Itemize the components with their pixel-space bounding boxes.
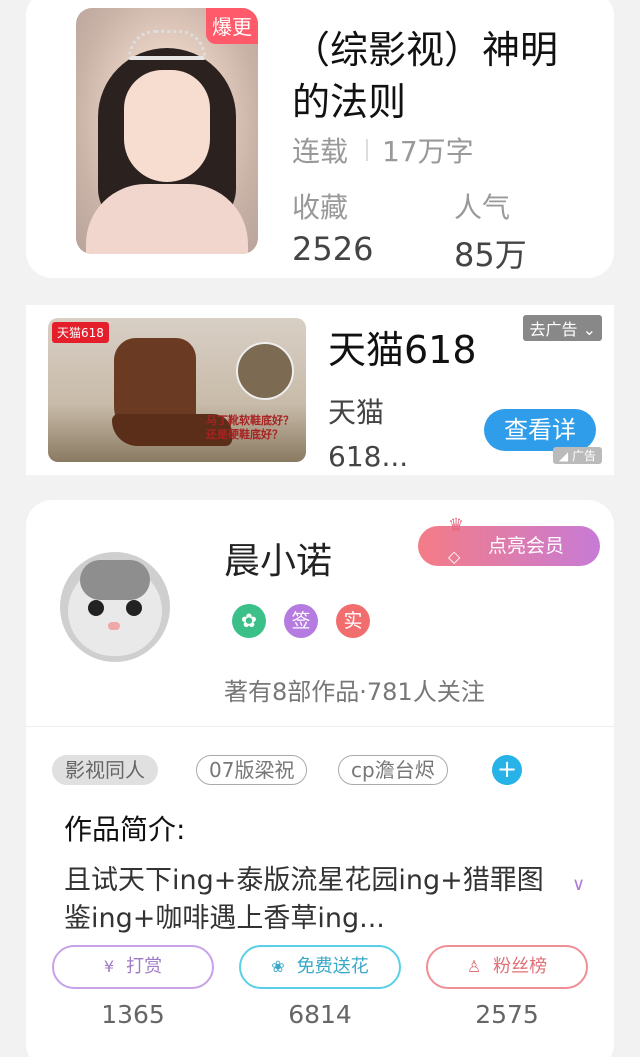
send-flower-button[interactable]: ❀ 免费送花 [239,945,401,989]
intro-text: 且试天下ing+泰版流星花园ing+猎罪图鉴ing+咖啡遇上香草ing... [64,865,544,934]
author-card: 晨小诺 ♛ ◇ 点亮会员 ✿ 签 实 著有8部作品·781人关注 影视同人 07… [26,500,614,1057]
ad-description: 天猫618... [328,396,409,473]
meta-divider [366,139,369,161]
avatar-cat-eye [88,600,104,616]
author-name[interactable]: 晨小诺 [224,532,332,584]
intro-title: 作品简介: [64,813,186,846]
vip-button[interactable]: ♛ ◇ 点亮会员 [418,515,600,566]
reward-count: 1365 [101,1000,165,1029]
fans-ranking-button[interactable]: ♙ 粉丝榜 [426,945,588,989]
tag-cp[interactable]: cp澹台烬 [338,755,448,785]
book-title: （综影视）神明的法则 [292,28,559,124]
popularity-value: 85万 [454,236,527,274]
book-card[interactable]: 爆更 （综影视）神明的法则 连载 17万字 收藏 人气 2526 85万 [26,0,614,278]
author-stats: 著有8部作品·781人关注 [224,678,485,706]
add-tag-button[interactable]: + [492,755,522,785]
reward-label: 打赏 [126,956,163,977]
verified-icon[interactable]: 实 [336,604,370,638]
fans-ranking-label: 粉丝榜 [493,956,548,977]
ad-image-question: 马丁靴软鞋底好？还是硬鞋底好？ [206,414,294,441]
tag-film-fanfic[interactable]: 影视同人 [52,755,158,785]
divider [26,726,614,727]
yen-icon: ¥ [103,957,115,976]
ad-mark-label: 广告 [571,449,596,463]
vip-button-label: 点亮会员 [488,535,565,557]
ad-mark: ◢ 广告 [552,447,602,464]
avatar-cat-patch [80,560,150,600]
popularity-label: 人气 [454,191,511,224]
tmall-logo: 天猫618 [52,322,109,343]
avatar-cat-eye [126,600,142,616]
handshake-icon[interactable]: ✿ [232,604,266,638]
diamond-icon: ◇ [448,547,461,566]
view-details-button[interactable]: 查看详 [484,409,596,451]
sign-icon[interactable]: 签 [284,604,318,638]
cover-tiara [128,30,206,60]
book-status: 连载 [292,135,349,168]
avatar-cat-nose [108,622,120,630]
book-meta: 连载 17万字 [292,130,474,170]
favorites-label: 收藏 [292,191,349,224]
boot-detail-circle [236,342,294,400]
user-icon: ♙ [466,957,482,976]
ad-banner[interactable]: 天猫618 马丁靴软鞋底好？还是硬鞋底好？ 天猫618 天猫618... 去广告… [26,305,614,475]
remove-ad-label: 去广告 [529,320,578,339]
book-cover-image[interactable]: 爆更 [76,8,258,254]
ad-title: 天猫618 [328,328,477,372]
update-badge: 爆更 [206,8,258,44]
ad-mark-icon: ◢ [558,449,569,463]
chevron-down-icon[interactable]: ∨ [572,874,585,895]
author-avatar[interactable] [60,552,170,662]
favorites-value: 2526 [292,230,374,268]
chevron-down-icon: ⌄ [582,320,596,339]
book-word-count: 17万字 [382,135,474,168]
cover-figure-face [124,70,210,182]
ad-image[interactable]: 天猫618 马丁靴软鞋底好？还是硬鞋底好？ [48,318,306,462]
send-flower-label: 免费送花 [296,956,369,977]
fans-count: 2575 [475,1000,539,1029]
tag-butterfly-lovers[interactable]: 07版梁祝 [196,755,308,785]
remove-ad-button[interactable]: 去广告 ⌄ [523,315,602,341]
reward-button[interactable]: ¥ 打赏 [52,945,214,989]
flower-count: 6814 [288,1000,352,1029]
flower-icon: ❀ [271,957,285,976]
